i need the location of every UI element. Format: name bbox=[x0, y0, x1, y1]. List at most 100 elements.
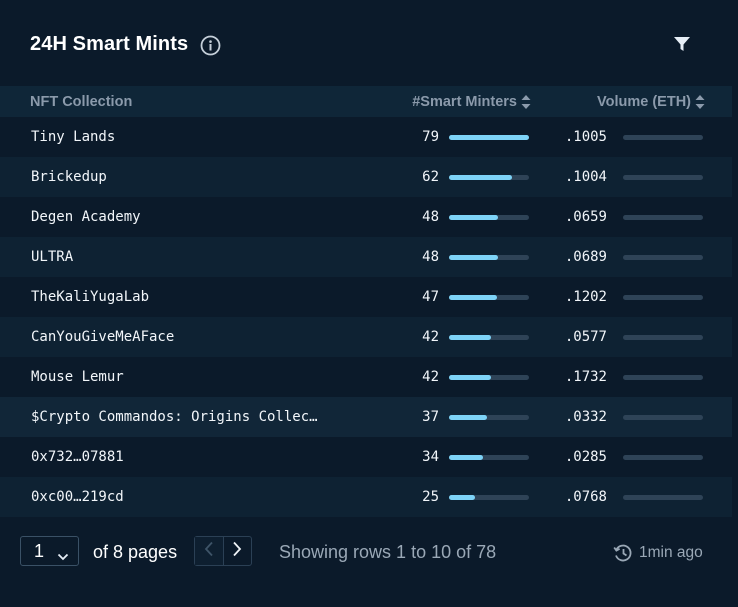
volume-bar bbox=[623, 415, 703, 420]
volume-bar bbox=[623, 175, 703, 180]
collection-name: Degen Academy bbox=[31, 209, 141, 225]
smart-minters-bar-fill bbox=[449, 135, 529, 140]
smart-minters-bar bbox=[449, 455, 529, 460]
pagination-controls bbox=[194, 536, 252, 566]
volume-bar bbox=[623, 375, 703, 380]
table-body: Tiny Lands 79 .1005 Brickedup 62 .1004 D… bbox=[0, 117, 732, 517]
smart-mints-panel: 24H Smart Mints NFT Collection #Smart Mi… bbox=[0, 0, 738, 607]
volume-bar bbox=[623, 335, 703, 340]
smart-minters-count: 48 bbox=[422, 209, 439, 225]
volume-bar bbox=[623, 215, 703, 220]
table-row[interactable]: 0x732…07881 34 .0285 bbox=[0, 437, 732, 477]
collection-name: Brickedup bbox=[31, 169, 107, 185]
smart-minters-bar bbox=[449, 255, 529, 260]
collection-name: 0xc00…219cd bbox=[31, 489, 124, 505]
volume-value: .0332 bbox=[564, 409, 607, 425]
previous-page-button[interactable] bbox=[195, 537, 224, 565]
volume-value: .1005 bbox=[564, 129, 607, 145]
table-row[interactable]: Tiny Lands 79 .1005 bbox=[0, 117, 732, 157]
info-icon[interactable] bbox=[200, 35, 221, 56]
volume-value: .0577 bbox=[564, 329, 607, 345]
last-updated-label: 1min ago bbox=[639, 544, 703, 561]
volume-bar bbox=[623, 255, 703, 260]
smart-minters-count: 48 bbox=[422, 249, 439, 265]
next-page-button[interactable] bbox=[224, 537, 252, 565]
table-footer: 1 of 8 pages Showing rows 1 to 10 of 78 … bbox=[0, 536, 738, 570]
volume-value: .0689 bbox=[564, 249, 607, 265]
page-select[interactable]: 1 bbox=[20, 536, 79, 566]
smart-minters-bar bbox=[449, 295, 529, 300]
filter-button[interactable] bbox=[668, 32, 696, 60]
smart-minters-bar bbox=[449, 335, 529, 340]
smart-minters-bar-fill bbox=[449, 295, 497, 300]
collection-name: CanYouGiveMeAFace bbox=[31, 329, 175, 345]
smart-minters-bar-fill bbox=[449, 175, 513, 180]
smart-minters-bar-fill bbox=[449, 495, 475, 500]
smart-minters-bar-fill bbox=[449, 335, 492, 340]
smart-minters-bar bbox=[449, 135, 529, 140]
table-row[interactable]: Degen Academy 48 .0659 bbox=[0, 197, 732, 237]
collection-name: Mouse Lemur bbox=[31, 369, 124, 385]
smart-minters-count: 25 bbox=[422, 489, 439, 505]
chevron-down-icon bbox=[57, 546, 69, 561]
collection-name: $Crypto Commandos: Origins Collec… bbox=[31, 409, 318, 425]
volume-value: .0768 bbox=[564, 489, 607, 505]
rows-range-label: Showing rows 1 to 10 of 78 bbox=[279, 542, 497, 562]
smart-minters-bar bbox=[449, 175, 529, 180]
smart-minters-count: 47 bbox=[422, 289, 439, 305]
smart-minters-count: 34 bbox=[422, 449, 439, 465]
column-header-smart-minters[interactable]: #Smart Minters bbox=[412, 94, 531, 110]
volume-bar bbox=[623, 495, 703, 500]
volume-value: .0659 bbox=[564, 209, 607, 225]
page-count-label: of 8 pages bbox=[93, 542, 178, 562]
last-updated: 1min ago bbox=[613, 543, 703, 563]
column-header-nft-collection: NFT Collection bbox=[30, 94, 133, 110]
sort-icon bbox=[695, 95, 705, 109]
smart-minters-count: 37 bbox=[422, 409, 439, 425]
chevron-left-icon bbox=[204, 541, 214, 562]
smart-minters-bar-fill bbox=[449, 255, 498, 260]
volume-bar bbox=[623, 455, 703, 460]
smart-minters-bar bbox=[449, 375, 529, 380]
collection-name: Tiny Lands bbox=[31, 129, 116, 145]
volume-value: .1004 bbox=[564, 169, 607, 185]
table-row[interactable]: Brickedup 62 .1004 bbox=[0, 157, 732, 197]
table-row[interactable]: $Crypto Commandos: Origins Collec… 37 .0… bbox=[0, 397, 732, 437]
page-select-value: 1 bbox=[34, 540, 45, 561]
table-row[interactable]: Mouse Lemur 42 .1732 bbox=[0, 357, 732, 397]
smart-minters-bar-fill bbox=[449, 455, 484, 460]
filter-icon bbox=[673, 36, 691, 57]
collection-name: 0x732…07881 bbox=[31, 449, 124, 465]
smart-minters-bar-fill bbox=[449, 215, 498, 220]
history-icon bbox=[613, 543, 633, 563]
smart-minters-bar bbox=[449, 415, 529, 420]
panel-header: 24H Smart Mints bbox=[0, 0, 738, 86]
column-header-label: #Smart Minters bbox=[412, 94, 517, 110]
smart-minters-bar-fill bbox=[449, 375, 492, 380]
column-header-label: Volume (ETH) bbox=[597, 94, 691, 110]
volume-value: .1202 bbox=[564, 289, 607, 305]
smart-minters-bar-fill bbox=[449, 415, 487, 420]
panel-title: 24H Smart Mints bbox=[30, 33, 189, 55]
volume-value: .1732 bbox=[564, 369, 607, 385]
smart-minters-count: 42 bbox=[422, 369, 439, 385]
chevron-right-icon bbox=[232, 541, 242, 562]
table-row[interactable]: ULTRA 48 .0689 bbox=[0, 237, 732, 277]
sort-icon bbox=[521, 95, 531, 109]
smart-minters-count: 79 bbox=[422, 129, 439, 145]
volume-bar bbox=[623, 295, 703, 300]
smart-minters-bar bbox=[449, 215, 529, 220]
collection-name: TheKaliYugaLab bbox=[31, 289, 150, 305]
table-row[interactable]: TheKaliYugaLab 47 .1202 bbox=[0, 277, 732, 317]
volume-bar bbox=[623, 135, 703, 140]
table-row[interactable]: 0xc00…219cd 25 .0768 bbox=[0, 477, 732, 517]
smart-minters-count: 42 bbox=[422, 329, 439, 345]
smart-minters-bar bbox=[449, 495, 529, 500]
volume-value: .0285 bbox=[564, 449, 607, 465]
collections-table: NFT Collection #Smart Minters Volume (ET… bbox=[0, 86, 732, 517]
collection-name: ULTRA bbox=[31, 249, 74, 265]
table-row[interactable]: CanYouGiveMeAFace 42 .0577 bbox=[0, 317, 732, 357]
column-header-volume[interactable]: Volume (ETH) bbox=[597, 94, 705, 110]
smart-minters-count: 62 bbox=[422, 169, 439, 185]
table-header: NFT Collection #Smart Minters Volume (ET… bbox=[0, 86, 732, 117]
